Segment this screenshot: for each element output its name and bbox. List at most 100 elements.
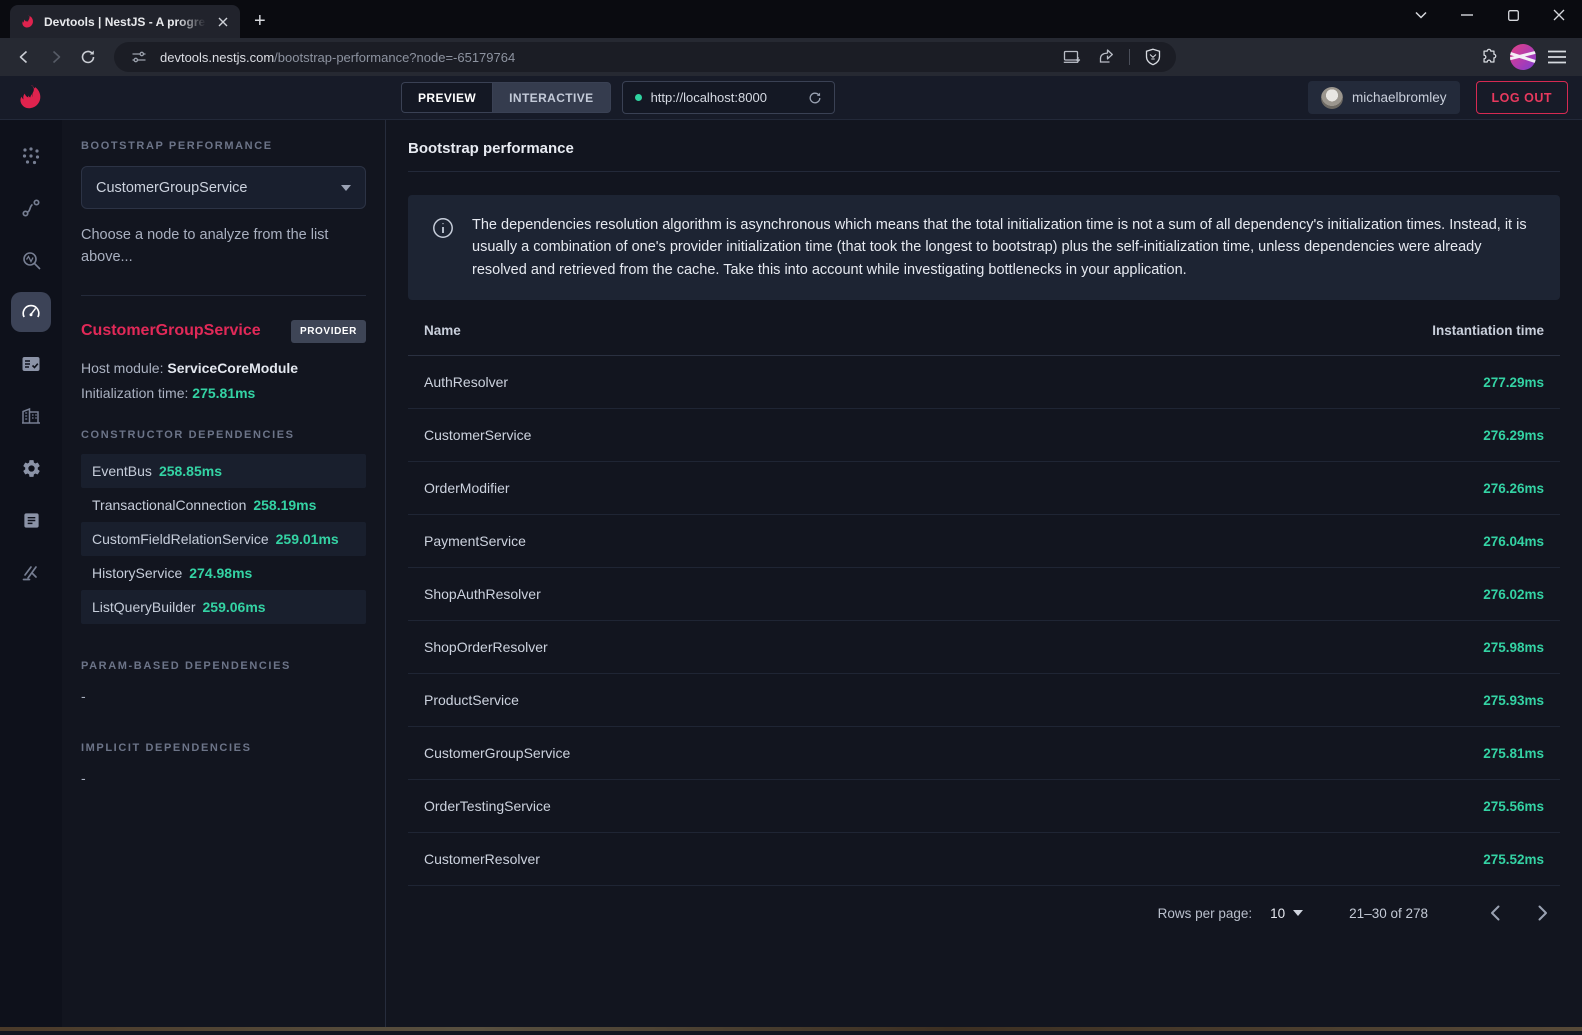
nestjs-favicon-icon	[20, 14, 36, 30]
analysis-panel: BOOTSTRAP PERFORMANCE CustomerGroupServi…	[62, 120, 386, 1027]
table-row[interactable]: CustomerService276.29ms	[408, 409, 1560, 462]
tab-title: Devtools | NestJS - A progressive	[44, 15, 206, 29]
dependency-item[interactable]: TransactionalConnection258.19ms	[81, 488, 366, 522]
brave-shield-icon[interactable]	[1140, 44, 1166, 70]
save-to-device-icon[interactable]	[1059, 44, 1085, 70]
url-text[interactable]: devtools.nestjs.com/bootstrap-performanc…	[160, 50, 1051, 65]
browser-tab-strip: Devtools | NestJS - A progressive +	[0, 0, 1582, 38]
window-close-button[interactable]	[1536, 0, 1582, 30]
column-header-name: Name	[408, 306, 1046, 356]
tab-search-icon[interactable]	[1398, 0, 1444, 30]
view-mode-switch: PREVIEW INTERACTIVE	[400, 81, 612, 114]
row-name: CustomerResolver	[408, 833, 1046, 886]
info-text: The dependencies resolution algorithm is…	[472, 214, 1536, 281]
dependency-item[interactable]: CustomFieldRelationService259.01ms	[81, 522, 366, 556]
target-url-field[interactable]: http://localhost:8000	[622, 81, 835, 114]
nav-modules-icon[interactable]	[11, 396, 51, 436]
constructor-deps-list: EventBus258.85msTransactionalConnection2…	[81, 454, 366, 624]
logout-button[interactable]: LOG OUT	[1476, 81, 1568, 114]
row-name: CustomerGroupService	[408, 727, 1046, 780]
row-instantiation-time: 276.04ms	[1046, 515, 1560, 568]
nav-sandbox-icon[interactable]	[11, 552, 51, 592]
row-instantiation-time: 275.81ms	[1046, 727, 1560, 780]
nestjs-logo-icon[interactable]	[0, 76, 62, 119]
row-instantiation-time: 275.52ms	[1046, 833, 1560, 886]
forward-button-icon[interactable]	[42, 43, 70, 71]
row-name: AuthResolver	[408, 356, 1046, 409]
node-select-value: CustomerGroupService	[96, 180, 341, 196]
dependency-time: 259.06ms	[203, 599, 266, 615]
main-content: Bootstrap performance The dependencies r…	[386, 120, 1582, 1027]
constructor-deps-title: CONSTRUCTOR DEPENDENCIES	[81, 429, 366, 441]
user-chip[interactable]: michaelbromley	[1308, 81, 1460, 114]
table-row[interactable]: OrderModifier276.26ms	[408, 462, 1560, 515]
row-instantiation-time: 276.29ms	[1046, 409, 1560, 462]
site-settings-icon[interactable]	[126, 44, 152, 70]
dependency-item[interactable]: HistoryService 274.98ms	[81, 556, 366, 590]
nav-settings-icon[interactable]	[11, 448, 51, 488]
new-tab-button[interactable]: +	[254, 10, 266, 33]
table-row[interactable]: PaymentService276.04ms	[408, 515, 1560, 568]
nav-inspect-icon[interactable]	[11, 240, 51, 280]
dependency-time: 274.98ms	[189, 565, 252, 581]
host-module-row: Host module: ServiceCoreModule	[81, 360, 366, 376]
dependency-name: CustomFieldRelationService	[92, 531, 269, 547]
url-path: /bootstrap-performance?node=-65179764	[274, 50, 515, 65]
table-row[interactable]: CustomerResolver275.52ms	[408, 833, 1560, 886]
dependency-item[interactable]: EventBus258.85ms	[81, 454, 366, 488]
back-button-icon[interactable]	[10, 43, 38, 71]
row-instantiation-time: 276.26ms	[1046, 462, 1560, 515]
next-page-icon[interactable]	[1526, 896, 1560, 930]
table-row[interactable]: ShopOrderResolver275.98ms	[408, 621, 1560, 674]
browser-tab[interactable]: Devtools | NestJS - A progressive	[10, 5, 240, 38]
extensions-icon[interactable]	[1480, 48, 1498, 66]
nav-bootstrap-performance-icon[interactable]	[11, 292, 51, 332]
table-row[interactable]: CustomerGroupService275.81ms	[408, 727, 1560, 780]
dependency-item[interactable]: ListQueryBuilder 259.06ms	[81, 590, 366, 624]
rows-per-page-value: 10	[1270, 906, 1285, 921]
nav-routes-icon[interactable]	[11, 188, 51, 228]
row-name: PaymentService	[408, 515, 1046, 568]
dependency-name: EventBus	[92, 463, 152, 479]
address-bar[interactable]: devtools.nestjs.com/bootstrap-performanc…	[114, 42, 1176, 72]
browser-menu-icon[interactable]	[1548, 50, 1566, 64]
tab-interactive[interactable]: INTERACTIVE	[492, 82, 610, 113]
row-instantiation-time: 277.29ms	[1046, 356, 1560, 409]
init-time-value: 275.81ms	[192, 385, 255, 401]
page-range: 21–30 of 278	[1349, 906, 1428, 921]
toolbar-divider	[1129, 49, 1130, 65]
row-name: CustomerService	[408, 409, 1046, 462]
window-minimize-button[interactable]	[1444, 0, 1490, 30]
rows-per-page-select[interactable]: 10	[1270, 906, 1303, 921]
devtools-app: PREVIEW INTERACTIVE http://localhost:800…	[0, 76, 1582, 1031]
previous-page-icon[interactable]	[1478, 896, 1512, 930]
dependency-name: HistoryService	[92, 565, 182, 581]
table-row[interactable]: AuthResolver277.29ms	[408, 356, 1560, 409]
reload-button-icon[interactable]	[74, 43, 102, 71]
tab-close-icon[interactable]	[214, 13, 232, 31]
browser-toolbar: devtools.nestjs.com/bootstrap-performanc…	[0, 38, 1582, 76]
host-module-value: ServiceCoreModule	[167, 360, 298, 376]
table-row[interactable]: OrderTestingService275.56ms	[408, 780, 1560, 833]
dependency-name: TransactionalConnection	[92, 497, 246, 513]
nav-docs-icon[interactable]	[11, 500, 51, 540]
row-instantiation-time: 276.02ms	[1046, 568, 1560, 621]
nav-graph-icon[interactable]	[11, 136, 51, 176]
username: michaelbromley	[1352, 90, 1447, 105]
user-avatar	[1321, 87, 1343, 109]
share-icon[interactable]	[1093, 44, 1119, 70]
page-title: Bootstrap performance	[408, 134, 1560, 172]
nav-audit-icon[interactable]	[11, 344, 51, 384]
table-row[interactable]: ProductService275.93ms	[408, 674, 1560, 727]
refresh-target-icon[interactable]	[808, 91, 822, 105]
info-icon	[432, 217, 454, 239]
browser-profile-avatar[interactable]	[1510, 44, 1536, 70]
tab-preview[interactable]: PREVIEW	[401, 82, 492, 113]
param-deps-title: PARAM-BASED DEPENDENCIES	[81, 660, 366, 672]
window-maximize-button[interactable]	[1490, 0, 1536, 30]
panel-divider	[81, 295, 366, 296]
node-select[interactable]: CustomerGroupService	[81, 166, 366, 209]
dependency-name: ListQueryBuilder	[92, 599, 196, 615]
target-url-value: http://localhost:8000	[651, 90, 799, 105]
table-row[interactable]: ShopAuthResolver276.02ms	[408, 568, 1560, 621]
